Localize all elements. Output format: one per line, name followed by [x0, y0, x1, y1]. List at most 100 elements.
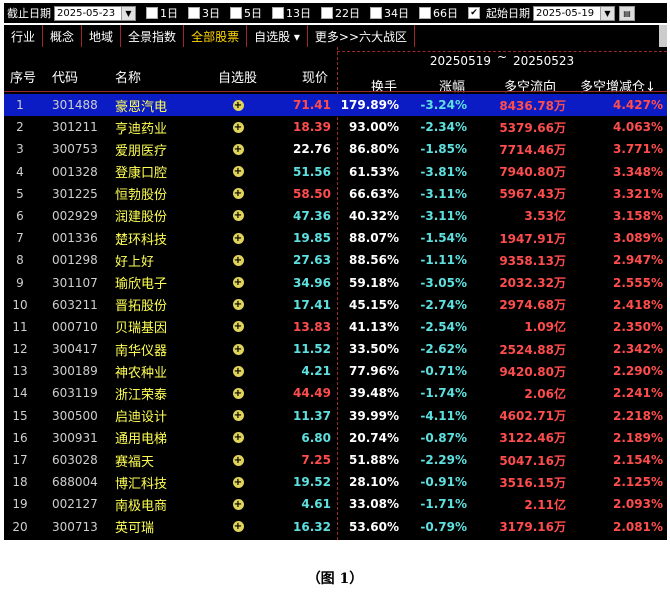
plus-circle-icon[interactable]: +	[232, 254, 244, 266]
period-checkbox[interactable]: 34日	[370, 5, 409, 21]
period-checkbox[interactable]: 3日	[188, 5, 220, 21]
table-row[interactable]: 12 300417 南华仪器 11.52 33.50% -2.62% 2524.88万 2.3…	[4, 338, 667, 360]
checkbox-icon[interactable]	[419, 7, 431, 19]
header-change[interactable]: 涨幅	[439, 75, 465, 95]
add-favorite-button[interactable]: +	[231, 405, 245, 427]
checkbox-icon[interactable]	[146, 7, 158, 19]
add-favorite-button[interactable]: +	[231, 427, 245, 449]
checkbox-checked-icon[interactable]: ✔	[468, 7, 480, 19]
add-favorite-button[interactable]: +	[231, 449, 245, 471]
checkbox-icon[interactable]	[230, 7, 242, 19]
checkbox-icon[interactable]	[370, 7, 382, 19]
tab-6[interactable]: 更多>>六大战区	[308, 25, 416, 47]
period-checkbox[interactable]: 1日	[146, 5, 178, 21]
add-favorite-button[interactable]: +	[231, 360, 245, 382]
calendar-icon[interactable]: ▤	[619, 5, 635, 21]
plus-circle-icon[interactable]: +	[232, 321, 244, 333]
plus-circle-icon[interactable]: +	[232, 143, 244, 155]
header-turnover[interactable]: 换手	[371, 75, 397, 95]
add-favorite-button[interactable]: +	[231, 294, 245, 316]
table-row[interactable]: 6 002929 润建股份 47.36 40.32% -3.11% 3.53亿 3.158% +	[4, 205, 667, 227]
checkbox-icon[interactable]	[321, 7, 333, 19]
table-row[interactable]: 7 001336 楚环科技 19.85 88.07% -1.54% 1947.91万 3.08…	[4, 227, 667, 249]
table-row[interactable]: 18 688004 博汇科技 19.52 28.10% -0.91% 3516.15万 2.1…	[4, 471, 667, 493]
add-favorite-button[interactable]: +	[231, 138, 245, 160]
header-delta[interactable]: 多空增减仓↓	[580, 75, 656, 95]
tab-3[interactable]: 全景指数	[121, 25, 185, 47]
table-row[interactable]: 5 301225 恒勃股份 58.50 66.63% -3.11% 5967.43万 3.32…	[4, 183, 667, 205]
period-checkbox[interactable]: 66日	[419, 5, 458, 21]
header-idx[interactable]: 序号	[10, 61, 36, 91]
end-date-picker[interactable]: 2025-05-23 ▼	[54, 5, 136, 21]
plus-circle-icon[interactable]: +	[232, 277, 244, 288]
table-row[interactable]: 1 301488 豪恩汽电 71.41 179.89% -3.24% 8436.78万 4.4…	[4, 94, 667, 117]
turnover-rate: 53.60%	[349, 519, 399, 534]
add-favorite-button[interactable]: +	[231, 316, 245, 338]
tab-scroll-handle[interactable]	[659, 25, 667, 47]
start-date-picker[interactable]: 2025-05-19 ▼	[533, 5, 615, 21]
chevron-down-icon[interactable]: ▼	[121, 6, 135, 20]
price-change: -0.91%	[420, 475, 467, 490]
plus-circle-icon[interactable]: +	[232, 99, 244, 111]
plus-circle-icon[interactable]: +	[232, 343, 244, 355]
plus-circle-icon[interactable]: +	[232, 210, 244, 222]
table-row[interactable]: 17 603028 赛福天 7.25 51.88% -2.29% 5047.16万 2.154…	[4, 449, 667, 471]
table-row[interactable]: 16 300931 通用电梯 6.80 20.74% -0.87% 3122.46万 2.18…	[4, 427, 667, 449]
tab-4[interactable]: 全部股票	[184, 25, 248, 47]
plus-circle-icon[interactable]: +	[232, 299, 244, 311]
period-checkbox[interactable]: 5日	[230, 5, 262, 21]
table-row[interactable]: 11 000710 贝瑞基因 13.83 41.13% -2.54% 1.09亿 2.350%…	[4, 316, 667, 338]
table-row[interactable]: 4 001328 登康口腔 51.56 61.53% -3.81% 7940.80万 3.34…	[4, 161, 667, 183]
table-row[interactable]: 3 300753 爱朋医疗 22.76 86.80% -1.85% 7714.46万 3.77…	[4, 138, 667, 160]
table-row[interactable]: 13 300189 神农种业 4.21 77.96% -0.71% 9420.80万 2.29…	[4, 360, 667, 382]
add-favorite-button[interactable]: +	[231, 471, 245, 493]
add-favorite-button[interactable]: +	[231, 272, 245, 294]
period-checkbox[interactable]: 22日	[321, 5, 360, 21]
add-favorite-button[interactable]: +	[231, 227, 245, 249]
table-row[interactable]: 15 300500 启迪设计 11.37 39.99% -4.11% 4602.71万 2.2…	[4, 405, 667, 427]
plus-circle-icon[interactable]: +	[232, 232, 244, 244]
table-row[interactable]: 8 001298 好上好 27.63 88.56% -1.11% 9358.13万 2.947…	[4, 249, 667, 271]
checkbox-icon[interactable]	[272, 7, 284, 19]
table-row[interactable]: 19 002127 南极电商 4.61 33.08% -1.71% 2.11亿 2.093% +	[4, 493, 667, 515]
period-checkbox[interactable]: 13日	[272, 5, 311, 21]
plus-circle-icon[interactable]: +	[232, 166, 244, 178]
add-favorite-button[interactable]: +	[231, 249, 245, 271]
plus-circle-icon[interactable]: +	[232, 365, 244, 377]
plus-circle-icon[interactable]: +	[232, 454, 244, 466]
header-name[interactable]: 名称	[115, 61, 141, 91]
tab-0[interactable]: 行业	[4, 25, 44, 47]
table-row[interactable]: 9 301107 瑜欣电子 34.96 59.18% -3.05% 2032.32万 2.55…	[4, 272, 667, 294]
plus-circle-icon[interactable]: +	[232, 476, 244, 488]
add-favorite-button[interactable]: +	[231, 161, 245, 183]
table-row[interactable]: 20 300713 英可瑞 16.32 53.60% -0.79% 3179.16万 2.08…	[4, 516, 667, 538]
tab-5[interactable]: 自选股 ▾	[247, 25, 308, 47]
add-favorite-button[interactable]: +	[231, 205, 245, 227]
add-favorite-button[interactable]: +	[231, 94, 245, 116]
plus-circle-icon[interactable]: +	[232, 498, 244, 510]
add-favorite-button[interactable]: +	[231, 116, 245, 138]
plus-circle-icon[interactable]: +	[232, 410, 244, 422]
header-price[interactable]: 现价	[302, 61, 328, 91]
plus-circle-icon[interactable]: +	[232, 432, 244, 444]
add-favorite-button[interactable]: +	[231, 338, 245, 360]
plus-circle-icon[interactable]: +	[232, 188, 244, 200]
add-favorite-button[interactable]: +	[231, 516, 245, 538]
header-code[interactable]: 代码	[52, 61, 78, 91]
chevron-down-icon[interactable]: ▼	[600, 6, 614, 20]
plus-circle-icon[interactable]: +	[232, 521, 244, 533]
add-favorite-button[interactable]: +	[231, 183, 245, 205]
period-checkbox[interactable]: ✔	[468, 7, 482, 19]
header-flow[interactable]: 多空流向	[504, 75, 556, 95]
tab-1[interactable]: 概念	[43, 25, 83, 47]
table-row[interactable]: 2 301211 亨迪药业 18.39 93.00% -2.34% 5379.66万 4.06…	[4, 116, 667, 138]
header-fav[interactable]: 自选股	[218, 61, 257, 91]
checkbox-icon[interactable]	[188, 7, 200, 19]
table-row[interactable]: 14 603119 浙江荣泰 44.49 39.48% -1.74% 2.06亿 2.241%…	[4, 382, 667, 404]
plus-circle-icon[interactable]: +	[232, 387, 244, 399]
table-row[interactable]: 10 603211 晋拓股份 17.41 45.15% -2.74% 2974.68万 2.4…	[4, 294, 667, 316]
tab-2[interactable]: 地域	[82, 25, 122, 47]
add-favorite-button[interactable]: +	[231, 493, 245, 515]
add-favorite-button[interactable]: +	[231, 382, 245, 404]
plus-circle-icon[interactable]: +	[232, 121, 244, 133]
